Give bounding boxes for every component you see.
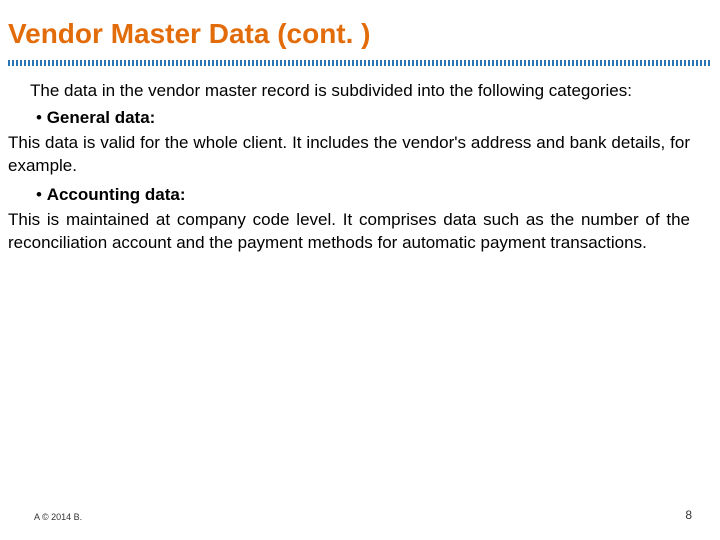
footer: A © 2014 B. 8 [0,508,720,522]
intro-text: The data in the vendor master record is … [30,80,690,103]
bullet-general: General data: [30,107,690,130]
title-divider [8,60,712,66]
bullet-accounting-heading: Accounting data: [47,185,186,204]
slide-title: Vendor Master Data (cont. ) [8,18,712,50]
slide: Vendor Master Data (cont. ) The data in … [0,0,720,540]
bullet-general-heading: General data: [47,108,156,127]
footer-left: A © 2014 B. [34,512,82,522]
page-number: 8 [685,508,692,522]
general-desc: This data is valid for the whole client.… [8,132,690,178]
slide-content: The data in the vendor master record is … [8,80,712,255]
bullet-accounting: Accounting data: [30,184,690,207]
accounting-desc: This is maintained at company code level… [8,209,690,255]
